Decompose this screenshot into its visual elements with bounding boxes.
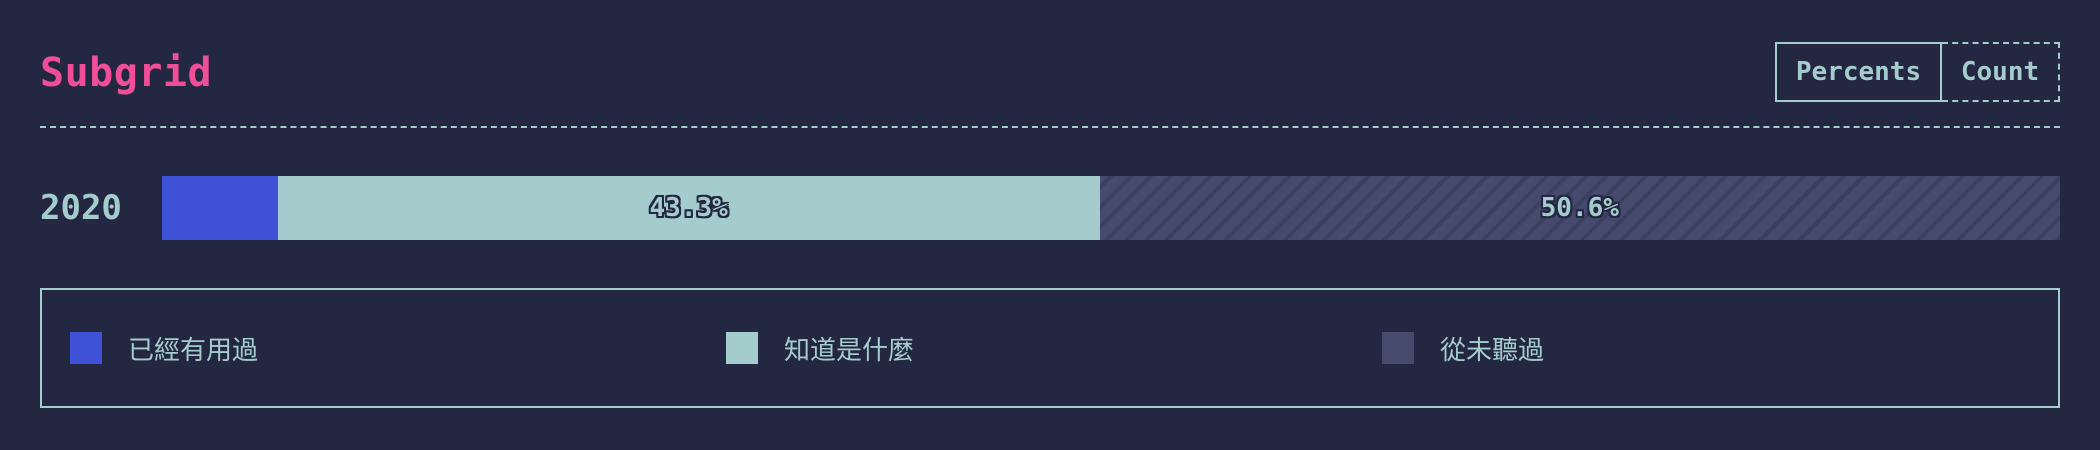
count-button[interactable]: Count [1942,42,2060,102]
category-label-2020: 2020 [40,188,122,228]
legend-item-used[interactable]: 已經有用過 [70,290,258,406]
bar-value-label-never: 50.6% [1540,193,1619,223]
chart-title: Subgrid [40,50,213,96]
legend: 已經有用過 知道是什麼 從未聽過 [40,288,2060,408]
bar-segment-heard[interactable]: 43.3% [277,176,1100,240]
legend-label-never: 從未聽過 [1440,335,1545,366]
bar-value-label-heard: 43.3% [649,193,728,223]
stacked-bar-2020: 43.3% 50.6% [162,176,2060,240]
legend-swatch-used [70,332,102,364]
legend-item-heard[interactable]: 知道是什麼 [726,290,914,406]
header-divider [40,126,2060,128]
bar-segment-never[interactable]: 50.6% [1099,176,2060,240]
legend-swatch-never [1382,332,1414,364]
legend-swatch-heard [726,332,758,364]
legend-label-used: 已經有用過 [128,335,259,366]
bar-segment-used[interactable] [162,176,278,240]
percents-button[interactable]: Percents [1775,42,1942,102]
legend-item-never[interactable]: 從未聽過 [1382,290,1544,406]
legend-label-heard: 知道是什麼 [784,335,915,366]
unit-toggle: Percents Count [1775,42,2060,102]
